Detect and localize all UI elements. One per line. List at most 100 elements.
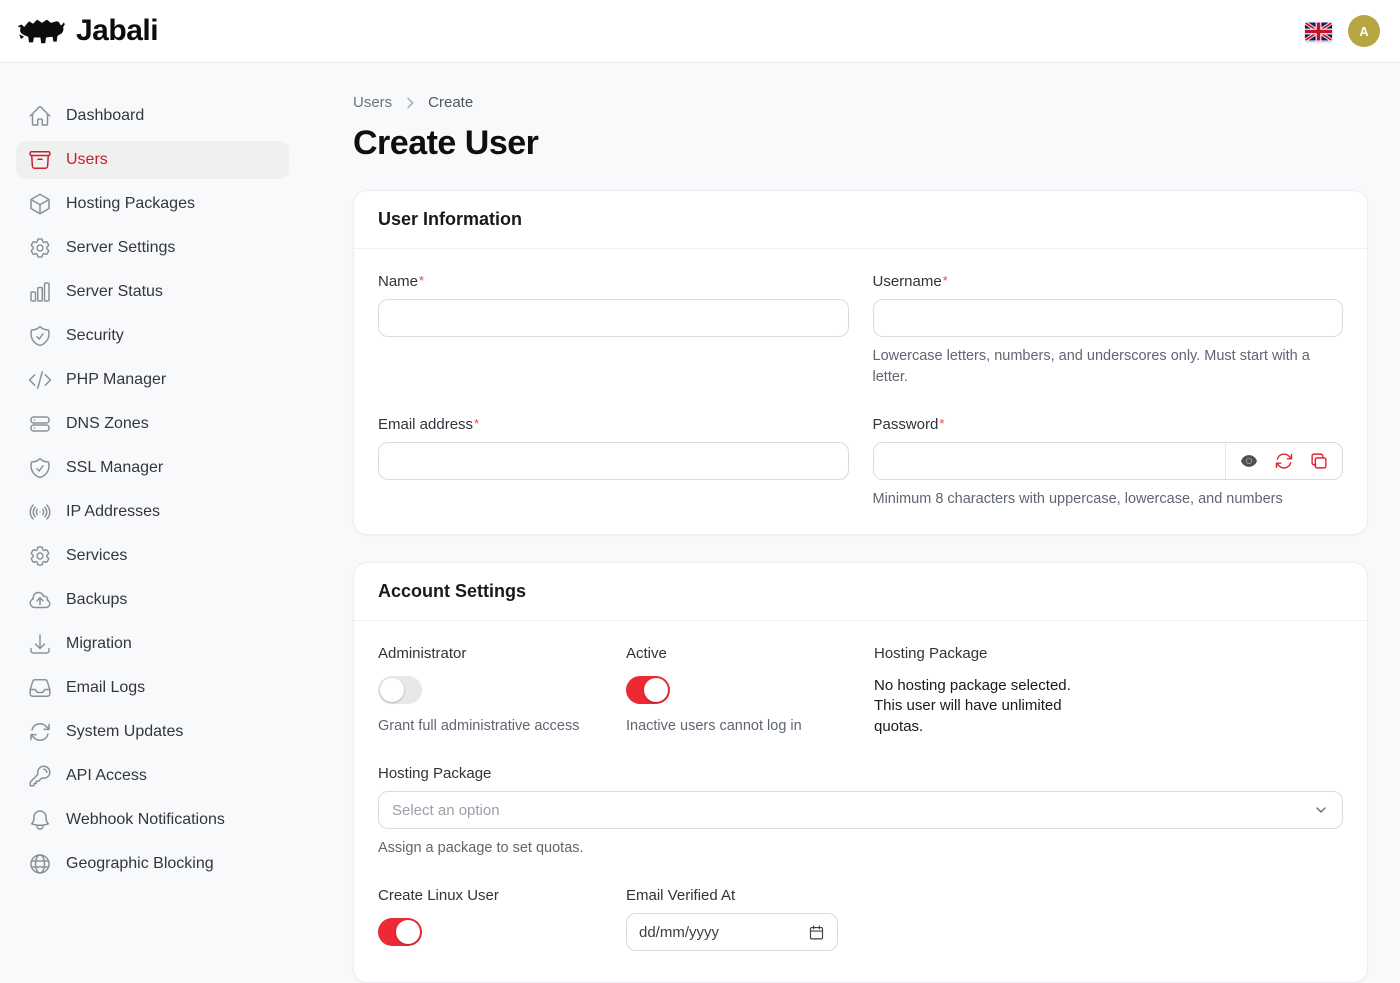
username-field-group: Username Lowercase letters, numbers, and… [873, 273, 1344, 388]
show-password-icon[interactable] [1239, 451, 1259, 471]
date-placeholder: dd/mm/yyyy [639, 924, 719, 941]
hosting-package-select-group: Hosting Package Select an option Assign … [378, 765, 1343, 859]
breadcrumb: Users Create [353, 94, 1368, 111]
sidebar-item-users[interactable]: Users [16, 141, 289, 179]
boar-icon [16, 12, 68, 50]
hosting-package-select[interactable]: Select an option [378, 791, 1343, 829]
email-field-group: Email address [378, 416, 849, 480]
breadcrumb-current: Create [428, 94, 473, 111]
cube-icon [28, 192, 52, 216]
home-icon [28, 104, 52, 128]
select-placeholder: Select an option [392, 802, 500, 819]
breadcrumb-users-link[interactable]: Users [353, 94, 392, 111]
name-label: Name [378, 273, 849, 290]
administrator-help-text: Grant full administrative access [378, 716, 602, 737]
user-information-title: User Information [354, 191, 1367, 249]
sidebar-item-label: System Updates [66, 723, 183, 741]
shield-check-icon [28, 456, 52, 480]
name-input[interactable] [378, 299, 849, 337]
password-actions [1225, 443, 1342, 479]
gear-icon [28, 236, 52, 260]
copy-password-icon[interactable] [1309, 451, 1329, 471]
create-linux-user-toggle[interactable] [378, 918, 422, 946]
hosting-package-help-text: Assign a package to set quotas. [378, 838, 1343, 859]
sidebar-item-dns-zones[interactable]: DNS Zones [16, 405, 289, 443]
sidebar-item-label: Users [66, 151, 108, 169]
sidebar-item-backups[interactable]: Backups [16, 581, 289, 619]
calendar-icon [808, 924, 825, 941]
refresh-arrows-icon [28, 720, 52, 744]
create-linux-user-group: Create Linux User [378, 887, 602, 958]
sidebar-item-hosting-packages[interactable]: Hosting Packages [16, 185, 289, 223]
sidebar-item-server-settings[interactable]: Server Settings [16, 229, 289, 267]
sidebar-item-php-manager[interactable]: PHP Manager [16, 361, 289, 399]
hosting-package-info-text: No hosting package selected. This user w… [874, 676, 1102, 737]
sidebar-item-webhook-notifications[interactable]: Webhook Notifications [16, 801, 289, 839]
bell-icon [28, 808, 52, 832]
sidebar-item-server-status[interactable]: Server Status [16, 273, 289, 311]
sidebar-item-system-updates[interactable]: System Updates [16, 713, 289, 751]
brand-logo[interactable]: Jabali [16, 12, 158, 50]
account-settings-card: Account Settings Administrator Grant ful… [353, 562, 1368, 983]
account-settings-title: Account Settings [354, 563, 1367, 621]
sidebar-item-label: Backups [66, 591, 127, 609]
administrator-field-group: Administrator Grant full administrative … [378, 645, 602, 737]
download-tray-icon [28, 632, 52, 656]
sidebar-nav: Dashboard Users Hosting Packages Server … [0, 63, 305, 900]
sidebar-item-ip-addresses[interactable]: IP Addresses [16, 493, 289, 531]
sidebar-item-email-logs[interactable]: Email Logs [16, 669, 289, 707]
generate-password-icon[interactable] [1274, 451, 1294, 471]
sidebar-item-geographic-blocking[interactable]: Geographic Blocking [16, 845, 289, 883]
sidebar-item-label: PHP Manager [66, 371, 166, 389]
main-content: Users Create Create User User Informatio… [305, 63, 1400, 900]
password-label: Password [873, 416, 1344, 433]
username-label: Username [873, 273, 1344, 290]
password-input[interactable] [874, 443, 1226, 479]
user-avatar[interactable]: A [1348, 15, 1380, 47]
sidebar-item-security[interactable]: Security [16, 317, 289, 355]
sidebar-item-dashboard[interactable]: Dashboard [16, 97, 289, 135]
bar-chart-icon [28, 280, 52, 304]
active-label: Active [626, 645, 850, 662]
server-stack-icon [28, 412, 52, 436]
cloud-upload-icon [28, 588, 52, 612]
email-input[interactable] [378, 442, 849, 480]
key-icon [28, 764, 52, 788]
name-field-group: Name [378, 273, 849, 337]
administrator-label: Administrator [378, 645, 602, 662]
email-verified-at-label: Email Verified At [626, 887, 850, 904]
active-field-group: Active Inactive users cannot log in [626, 645, 850, 737]
email-verified-at-input[interactable]: dd/mm/yyyy [626, 913, 838, 951]
brand-name: Jabali [76, 14, 158, 48]
sidebar-item-label: Services [66, 547, 127, 565]
administrator-toggle[interactable] [378, 676, 422, 704]
chevron-down-icon [1313, 802, 1329, 818]
username-input[interactable] [873, 299, 1344, 337]
create-linux-user-label: Create Linux User [378, 887, 602, 904]
sidebar-item-label: Hosting Packages [66, 195, 195, 213]
active-toggle[interactable] [626, 676, 670, 704]
hosting-package-select-label: Hosting Package [378, 765, 1343, 782]
sidebar-item-label: IP Addresses [66, 503, 160, 521]
email-verified-at-group: Email Verified At dd/mm/yyyy [626, 887, 850, 951]
sidebar-item-label: Email Logs [66, 679, 145, 697]
language-flag-uk-icon[interactable] [1305, 22, 1332, 41]
gear-icon [28, 544, 52, 568]
globe-icon [28, 852, 52, 876]
sidebar-item-ssl-manager[interactable]: SSL Manager [16, 449, 289, 487]
sidebar-item-services[interactable]: Services [16, 537, 289, 575]
sidebar-item-label: Server Status [66, 283, 163, 301]
chevron-right-icon [402, 95, 418, 111]
sidebar-item-label: Webhook Notifications [66, 811, 225, 829]
sidebar-item-migration[interactable]: Migration [16, 625, 289, 663]
sidebar-item-label: Migration [66, 635, 132, 653]
password-help-text: Minimum 8 characters with uppercase, low… [873, 489, 1344, 510]
inbox-icon [28, 676, 52, 700]
sidebar-item-api-access[interactable]: API Access [16, 757, 289, 795]
code-brackets-icon [28, 368, 52, 392]
sidebar-item-label: Dashboard [66, 107, 144, 125]
hosting-package-info-group: Hosting Package No hosting package selec… [874, 645, 1343, 737]
active-help-text: Inactive users cannot log in [626, 716, 850, 737]
sidebar-item-label: API Access [66, 767, 147, 785]
sidebar-item-label: Server Settings [66, 239, 175, 257]
